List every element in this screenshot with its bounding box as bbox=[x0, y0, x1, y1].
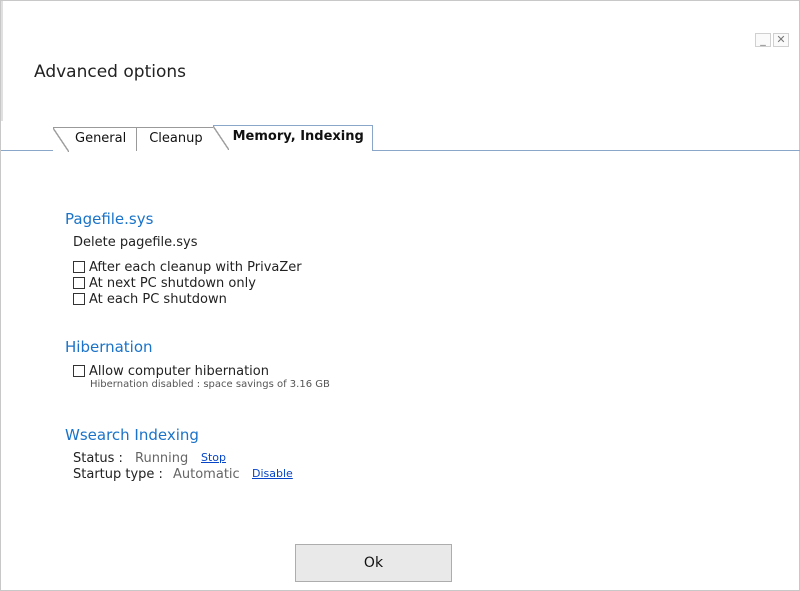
startup-type-value: Automatic bbox=[173, 467, 240, 482]
tab-general[interactable]: General bbox=[53, 127, 138, 152]
tab-cleanup[interactable]: Cleanup bbox=[136, 127, 214, 151]
status-label: Status : bbox=[73, 451, 123, 466]
hibernation-section-title: Hibernation bbox=[65, 338, 153, 356]
tab-bar: General Cleanup Memory, Indexing bbox=[53, 125, 373, 152]
status-value: Running bbox=[135, 451, 189, 466]
wsearch-section-title: Wsearch Indexing bbox=[65, 426, 199, 444]
checkbox[interactable] bbox=[73, 261, 85, 273]
checkbox[interactable] bbox=[73, 277, 85, 289]
pagefile-option-next-shutdown[interactable]: At next PC shutdown only bbox=[73, 275, 256, 291]
option-label: After each cleanup with PrivaZer bbox=[89, 259, 302, 275]
option-label: At each PC shutdown bbox=[89, 291, 227, 307]
stop-link[interactable]: Stop bbox=[201, 451, 226, 464]
advanced-options-window: _ ✕ Advanced options General Cleanup Mem… bbox=[0, 0, 800, 591]
pagefile-option-each-shutdown[interactable]: At each PC shutdown bbox=[73, 291, 227, 307]
checkbox[interactable] bbox=[73, 293, 85, 305]
pagefile-option-after-cleanup[interactable]: After each cleanup with PrivaZer bbox=[73, 259, 302, 275]
close-button[interactable]: ✕ bbox=[773, 33, 789, 47]
disable-link[interactable]: Disable bbox=[252, 467, 293, 480]
startup-type-label: Startup type : bbox=[73, 467, 163, 482]
checkbox[interactable] bbox=[73, 365, 85, 377]
option-label: Allow computer hibernation bbox=[89, 363, 269, 379]
allow-hibernation-option[interactable]: Allow computer hibernation bbox=[73, 363, 269, 379]
pagefile-section-title: Pagefile.sys bbox=[65, 210, 154, 228]
minimize-button[interactable]: _ bbox=[755, 33, 771, 47]
tab-memory-indexing[interactable]: Memory, Indexing bbox=[212, 125, 373, 152]
hibernation-note: Hibernation disabled : space savings of … bbox=[90, 379, 330, 390]
wsearch-status-row: Status : Running Stop bbox=[73, 451, 373, 467]
dialog-title: Advanced options bbox=[34, 62, 186, 82]
option-label: At next PC shutdown only bbox=[89, 275, 256, 291]
window-edge bbox=[1, 1, 3, 121]
ok-button[interactable]: Ok bbox=[295, 544, 452, 582]
window-controls: _ ✕ bbox=[755, 33, 789, 47]
wsearch-startup-row: Startup type : Automatic Disable bbox=[73, 467, 373, 483]
delete-pagefile-label: Delete pagefile.sys bbox=[73, 235, 198, 250]
